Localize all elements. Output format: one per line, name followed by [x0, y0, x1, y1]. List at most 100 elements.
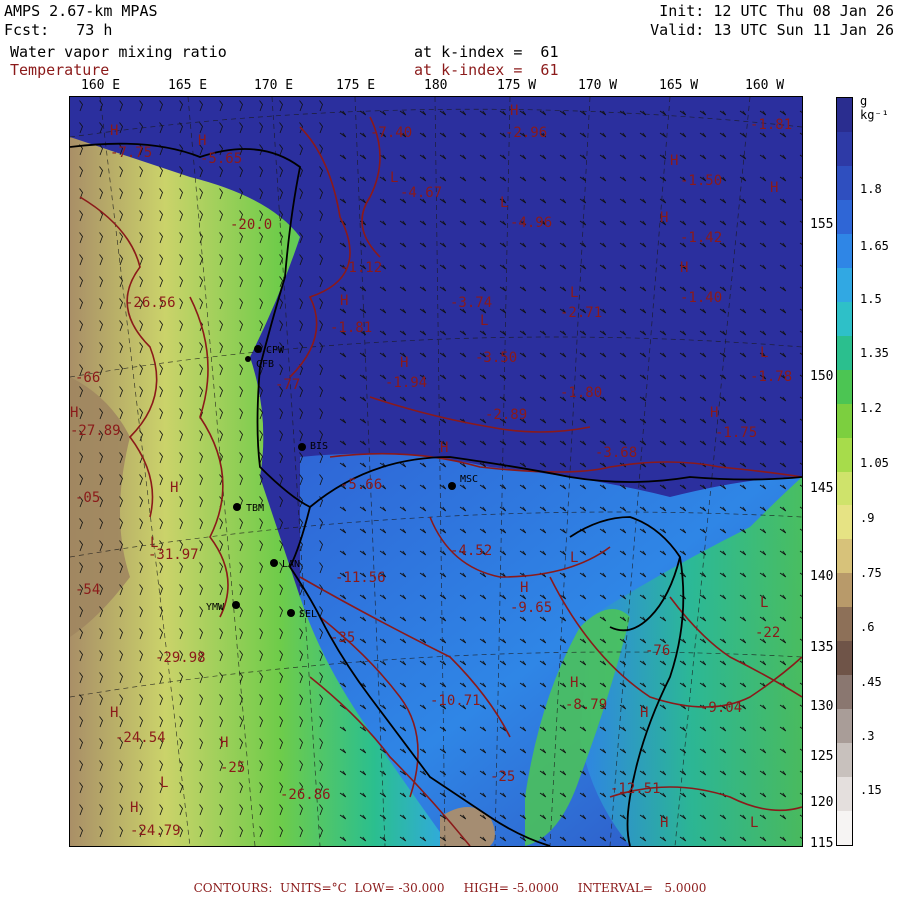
svg-text:H: H: [70, 405, 78, 421]
colorbar-unit: g kg⁻¹: [860, 94, 889, 122]
colorbar-segment: [837, 675, 852, 710]
contour-label: -4.96: [510, 215, 552, 231]
lon-label: 170 W: [578, 78, 618, 93]
contour-label: -5.66: [340, 477, 382, 493]
valid-time: Valid: 13 UTC Sun 11 Jan 26: [650, 21, 894, 39]
contour-label: -76: [645, 643, 670, 659]
station-label: SEL: [299, 609, 317, 620]
contour-label: -1.94: [385, 375, 427, 391]
station-marker: [270, 559, 278, 567]
colorbar: [836, 97, 853, 846]
contour-label: -1.78: [750, 369, 792, 385]
colorbar-label: .45: [860, 675, 882, 689]
contour-label: -12.51: [610, 781, 661, 797]
station-marker: [448, 482, 456, 490]
contour-label: -2.89: [485, 407, 527, 423]
colorbar-label: 1.8: [860, 182, 882, 196]
field1-name: Water vapor mixing ratio: [10, 43, 227, 61]
contour-label: -4.67: [400, 185, 442, 201]
colorbar-segment: [837, 199, 852, 235]
lon-label: 175 E: [336, 78, 376, 93]
colorbar-label: 1.35: [860, 346, 889, 360]
contour-label: -11.56: [335, 570, 386, 586]
contour-label: -26.56: [125, 295, 176, 311]
contour-label: -66: [75, 370, 100, 386]
station-label: TBM: [246, 503, 264, 514]
colorbar-segment: [837, 335, 852, 371]
lon-label: 180: [424, 78, 448, 93]
colorbar-label: .15: [860, 783, 882, 797]
contour-label: -35: [330, 630, 355, 646]
contour-label: -2.96: [505, 125, 547, 141]
field2-name: Temperature: [10, 61, 110, 79]
contour-label: -26.86: [280, 787, 331, 803]
colorbar-label: .3: [860, 729, 875, 743]
svg-text:L: L: [500, 195, 508, 211]
contour-label: -2.71: [560, 305, 602, 321]
station-label: LAN: [282, 559, 300, 570]
svg-text:L: L: [480, 313, 488, 329]
svg-text:H: H: [440, 440, 448, 456]
colorbar-label: .75: [860, 566, 882, 580]
colorbar-segment: [837, 573, 852, 608]
forecast-hour: Fcst: 73 h: [4, 21, 113, 39]
station-label: YMW: [206, 602, 225, 613]
contour-label: -4.52: [450, 543, 492, 559]
contour-label: -1.81: [750, 117, 792, 133]
colorbar-segment: [837, 607, 852, 642]
svg-text:H: H: [660, 210, 668, 226]
contour-label: -31.97: [148, 547, 199, 563]
contour-label: -20.0: [230, 217, 272, 233]
lon-label: 170 E: [254, 78, 294, 93]
field2-level: at k-index = 61: [414, 61, 559, 79]
field1-level: at k-index = 61: [414, 43, 559, 61]
svg-text:H: H: [110, 123, 118, 139]
station-label: CPW: [266, 345, 285, 356]
station-marker: [298, 443, 306, 451]
contour-label: -9.65: [510, 600, 552, 616]
contour-label: -29.98: [155, 650, 206, 666]
colorbar-segment: [837, 165, 852, 201]
lat-label: 125: [810, 749, 834, 764]
contour-label: -1.12: [340, 260, 382, 276]
colorbar-label: 1.65: [860, 239, 889, 253]
contour-label: -3.50: [475, 350, 517, 366]
station-label: BIS: [310, 441, 328, 452]
lon-label: 160 W: [745, 78, 785, 93]
svg-text:L: L: [160, 775, 168, 791]
contour-label: -24.79: [130, 823, 181, 839]
lon-label: 165 E: [168, 78, 208, 93]
contour-label: -3.74: [450, 295, 492, 311]
contour-label: -22: [755, 625, 780, 641]
colorbar-segment: [837, 403, 852, 439]
contour-label: -05: [75, 490, 100, 506]
station-marker: [245, 356, 251, 362]
svg-text:H: H: [570, 675, 578, 691]
colorbar-segment: [837, 641, 852, 676]
colorbar-segment: [837, 233, 852, 269]
colorbar-segment: [837, 743, 852, 778]
colorbar-segment: [837, 709, 852, 744]
colorbar-label: 1.05: [860, 456, 889, 470]
contour-label: -7.75: [110, 145, 152, 161]
lat-label: 130: [810, 699, 834, 714]
colorbar-segment: [837, 777, 852, 812]
contour-label: -25: [220, 760, 245, 776]
colorbar-segment: [837, 98, 852, 133]
contour-label: -1.80: [560, 385, 602, 401]
colorbar-segment: [837, 505, 852, 540]
lon-label: 160 E: [81, 78, 121, 93]
lat-label: 150: [810, 369, 834, 384]
svg-text:H: H: [110, 705, 118, 721]
map-canvas: HHH HHH HHH LLL LLH HHL HHL HHL HHH LHL …: [70, 97, 802, 846]
colorbar-label: 1.5: [860, 292, 882, 306]
contour-label: -8.79: [565, 697, 607, 713]
station-marker: [232, 601, 240, 609]
lat-label: 135: [810, 640, 834, 655]
svg-text:H: H: [220, 735, 228, 751]
lat-label: 145: [810, 481, 834, 496]
svg-text:L: L: [750, 815, 758, 831]
colorbar-segment: [837, 369, 852, 405]
svg-text:H: H: [770, 180, 778, 196]
colorbar-segment: [837, 267, 852, 303]
